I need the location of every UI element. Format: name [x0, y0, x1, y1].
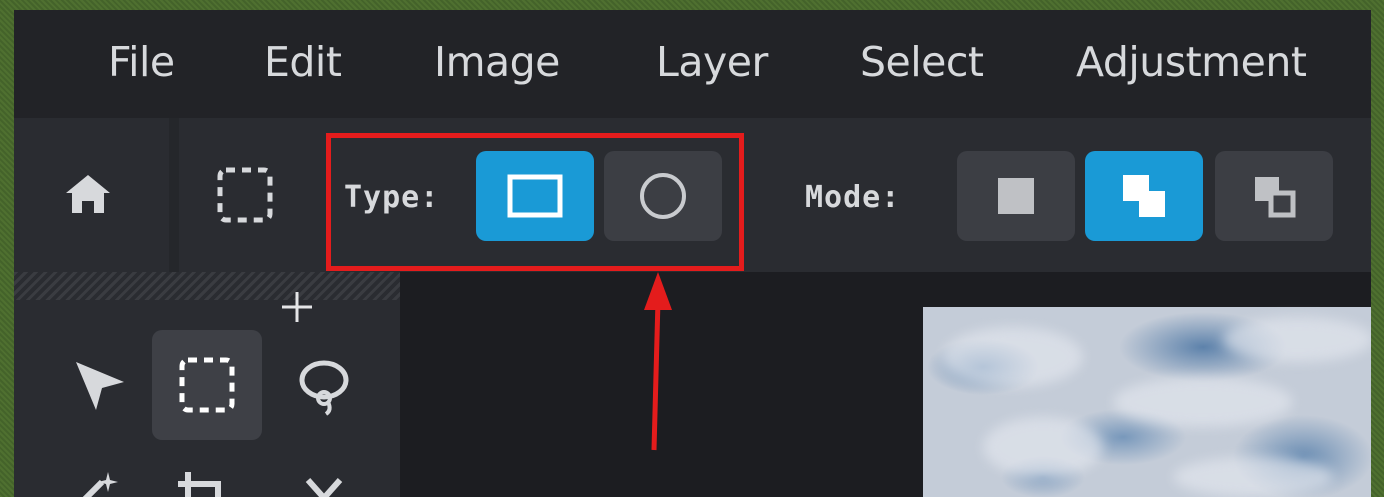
canvas-area[interactable]	[400, 272, 1371, 497]
options-toolbar: Type: Mode:	[14, 118, 1371, 272]
lasso-tool-icon[interactable]	[292, 354, 356, 418]
mode-add-button[interactable]	[1085, 151, 1203, 241]
highlight-box	[326, 133, 744, 271]
sky-photo	[923, 307, 1371, 497]
subtract-icon	[1255, 177, 1296, 218]
menu-edit[interactable]: Edit	[264, 38, 342, 86]
union-icon	[1123, 175, 1165, 217]
magic-wand-tool-icon[interactable]	[68, 468, 128, 497]
menu-image[interactable]: Image	[434, 38, 560, 86]
menu-file[interactable]: File	[108, 38, 175, 86]
square-icon	[998, 178, 1034, 214]
crop-tool-icon[interactable]	[174, 472, 234, 497]
selection-tool-icon	[217, 167, 273, 223]
mode-new-button[interactable]	[957, 151, 1075, 241]
tools-panel	[14, 272, 400, 497]
toolbar-divider	[169, 118, 179, 272]
cut-tool-icon[interactable]	[304, 476, 344, 497]
move-tool-icon[interactable]	[70, 356, 130, 416]
panel-drag-strip[interactable]	[14, 272, 400, 300]
home-icon[interactable]	[64, 173, 112, 215]
menu-layer[interactable]: Layer	[656, 38, 768, 86]
menu-adjustment[interactable]: Adjustment	[1076, 38, 1307, 86]
menu-select[interactable]: Select	[860, 38, 984, 86]
mode-subtract-button[interactable]	[1215, 151, 1333, 241]
mode-label: Mode:	[805, 180, 901, 215]
menubar: File Edit Image Layer Select Adjustment	[14, 10, 1371, 118]
app-window: File Edit Image Layer Select Adjustment …	[14, 10, 1371, 497]
plus-icon[interactable]	[280, 290, 314, 324]
rectangle-select-tool-icon[interactable]	[176, 354, 238, 416]
